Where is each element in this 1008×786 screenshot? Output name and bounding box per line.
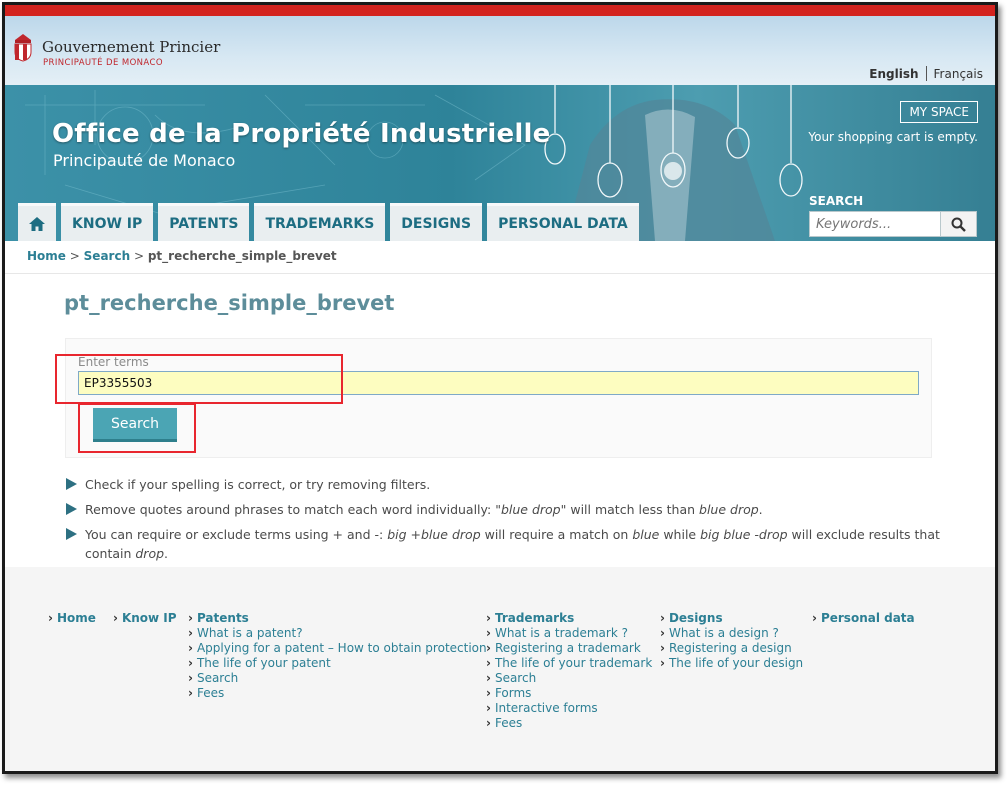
footer-link[interactable]: Fees: [486, 716, 652, 731]
footer-link[interactable]: What is a patent?: [188, 626, 487, 641]
arrow-icon: [66, 528, 77, 540]
tab-personal-data[interactable]: PERSONAL DATA: [487, 203, 639, 241]
footer-col-home: Home: [48, 611, 96, 626]
footer-patents-link[interactable]: Patents: [188, 611, 487, 625]
header-search-button[interactable]: [940, 211, 977, 237]
footer-trademarks-link[interactable]: Trademarks: [486, 611, 652, 625]
office-subtitle: Principauté de Monaco: [53, 151, 236, 170]
lang-french[interactable]: Français: [934, 67, 983, 81]
footer-link[interactable]: Applying for a patent – How to obtain pr…: [188, 641, 487, 656]
magnifier-icon: [951, 217, 966, 232]
search-tips: Check if your spelling is correct, or tr…: [65, 475, 945, 569]
footer-col-trademarks: Trademarks What is a trademark ? Registe…: [486, 611, 652, 731]
gov-title: Gouvernement Princier: [42, 38, 221, 56]
footer-link[interactable]: Search: [188, 671, 487, 686]
tab-home[interactable]: [18, 203, 56, 241]
lang-separator: [925, 66, 927, 81]
footer-col-patents: Patents What is a patent? Applying for a…: [188, 611, 487, 701]
footer-link[interactable]: The life of your trademark: [486, 656, 652, 671]
office-title: Office de la Propriété Industrielle: [52, 119, 551, 149]
footer-link[interactable]: What is a design ?: [660, 626, 803, 641]
footer: Home Know IP Patents What is a patent? A…: [5, 567, 995, 771]
browser-window: Gouvernement Princier PRINCIPAUTÉ DE MON…: [2, 2, 998, 774]
breadcrumb-separator: >: [69, 249, 80, 263]
shopping-cart-status: Your shopping cart is empty.: [808, 130, 978, 144]
breadcrumb: Home > Search > pt_recherche_simple_brev…: [27, 249, 337, 263]
footer-link[interactable]: Forms: [486, 686, 652, 701]
arrow-icon: [66, 503, 77, 515]
tip-example: big +blue drop: [387, 527, 481, 542]
tip-text: will require a match on: [480, 527, 633, 542]
footer-link[interactable]: Registering a design: [660, 641, 803, 656]
tip-text: You can require or exclude terms using +…: [85, 527, 388, 542]
monaco-crest-icon: [14, 34, 32, 62]
tip-text: Check if your spelling is correct, or tr…: [85, 477, 431, 492]
tip-example: drop: [135, 546, 165, 561]
tip-text: .: [164, 546, 169, 561]
footer-link[interactable]: Registering a trademark: [486, 641, 652, 656]
government-header: Gouvernement Princier PRINCIPAUTÉ DE MON…: [5, 16, 995, 85]
breadcrumb-current: pt_recherche_simple_brevet: [147, 249, 337, 263]
search-label: SEARCH: [809, 194, 864, 208]
tab-designs[interactable]: DESIGNS: [390, 203, 483, 241]
footer-link[interactable]: Interactive forms: [486, 701, 652, 716]
page-title: pt_recherche_simple_brevet: [64, 291, 395, 315]
tab-trademarks[interactable]: TRADEMARKS: [254, 203, 386, 241]
tip-example: big blue -drop: [700, 527, 788, 542]
gov-subtitle: PRINCIPAUTÉ DE MONACO: [43, 58, 163, 68]
tip-text: Remove quotes around phrases to match ea…: [85, 502, 496, 517]
lang-english[interactable]: English: [869, 67, 918, 81]
tab-know-ip[interactable]: KNOW IP: [61, 203, 154, 241]
footer-personal-data-link[interactable]: Personal data: [812, 611, 915, 625]
footer-home-link[interactable]: Home: [48, 611, 96, 625]
tip-example: "blue drop": [495, 502, 567, 517]
footer-link[interactable]: The life of your design: [660, 656, 803, 671]
footer-col-designs: Designs What is a design ? Registering a…: [660, 611, 803, 671]
tip-example: blue drop: [699, 502, 759, 517]
footer-link[interactable]: The life of your patent: [188, 656, 487, 671]
breadcrumb-divider: [5, 273, 995, 274]
annotation-box-search: [78, 403, 196, 453]
tip-example: blue: [632, 527, 660, 542]
arrow-icon: [66, 478, 77, 490]
tip-text: .: [758, 502, 763, 517]
tab-patents[interactable]: PATENTS: [158, 203, 250, 241]
top-red-bar: [5, 5, 995, 16]
tip-item: You can require or exclude terms using +…: [65, 525, 945, 563]
breadcrumb-separator: >: [133, 249, 144, 263]
breadcrumb-search[interactable]: Search: [84, 249, 130, 263]
breadcrumb-home[interactable]: Home: [27, 249, 66, 263]
office-banner: Office de la Propriété Industrielle Prin…: [5, 85, 995, 241]
keyword-search-input[interactable]: [809, 211, 941, 237]
tip-text: while: [659, 527, 701, 542]
footer-link[interactable]: Fees: [188, 686, 487, 701]
footer-know-ip-link[interactable]: Know IP: [113, 611, 177, 625]
annotation-box-terms: [55, 354, 343, 404]
main-nav: KNOW IP PATENTS TRADEMARKS DESIGNS PERSO…: [18, 203, 644, 241]
footer-link[interactable]: What is a trademark ?: [486, 626, 652, 641]
my-space-button[interactable]: MY SPACE: [900, 101, 978, 123]
home-icon: [29, 216, 45, 231]
footer-designs-link[interactable]: Designs: [660, 611, 803, 625]
tip-item: Remove quotes around phrases to match ea…: [65, 500, 945, 519]
footer-col-know-ip: Know IP: [113, 611, 177, 626]
tip-text: will match less than: [566, 502, 700, 517]
footer-link[interactable]: Search: [486, 671, 652, 686]
tip-item: Check if your spelling is correct, or tr…: [65, 475, 945, 494]
footer-col-personal-data: Personal data: [812, 611, 915, 626]
language-switch: English Français: [869, 66, 983, 81]
